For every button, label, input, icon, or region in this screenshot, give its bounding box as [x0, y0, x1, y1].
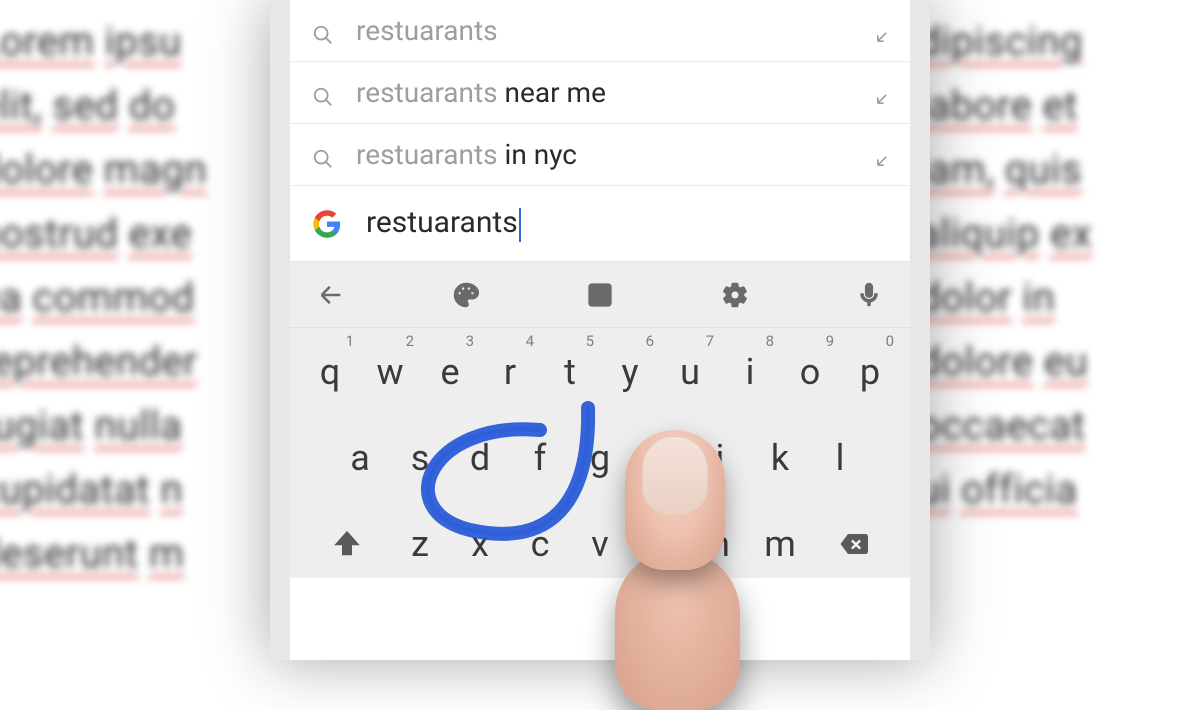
keyboard: 1q2w3e4r5t6y7u8i9o0p asdfghjkl zxcvbnm [290, 328, 910, 578]
text-cursor [519, 208, 521, 242]
key-j[interactable]: j [692, 424, 748, 492]
key-d[interactable]: d [452, 424, 508, 492]
key-u[interactable]: 7u [662, 338, 718, 406]
key-row-3: zxcvbnm [294, 510, 906, 578]
key-g[interactable]: g [572, 424, 628, 492]
key-x[interactable]: x [452, 510, 508, 578]
suggestion-row[interactable]: restuarants in nyc [290, 124, 910, 186]
insert-arrow-icon[interactable] [872, 83, 892, 103]
key-o[interactable]: 9o [782, 338, 838, 406]
suggestion-text: restuarants [356, 14, 872, 47]
key-b[interactable]: b [632, 510, 688, 578]
sticker-icon[interactable] [585, 280, 615, 310]
search-icon [312, 82, 334, 104]
search-suggestions: restuarants restuarants near me [290, 0, 910, 186]
background-text-left: Lorem ipsu elit, sed do dolore magn nost… [0, 0, 290, 650]
shift-key[interactable] [310, 510, 384, 578]
key-f[interactable]: f [512, 424, 568, 492]
microphone-icon[interactable] [854, 280, 884, 310]
key-h[interactable]: h [632, 424, 688, 492]
key-w[interactable]: 2w [362, 338, 418, 406]
search-input-row[interactable]: restuarants [290, 186, 910, 262]
key-row-2: asdfghjkl [294, 424, 906, 492]
phone-frame: restuarants restuarants near me [270, 0, 930, 660]
insert-arrow-icon[interactable] [872, 21, 892, 41]
key-s[interactable]: s [392, 424, 448, 492]
search-icon [312, 144, 334, 166]
key-t[interactable]: 5t [542, 338, 598, 406]
search-icon [312, 20, 334, 42]
key-z[interactable]: z [392, 510, 448, 578]
search-input-text: restuarants [366, 205, 521, 241]
key-y[interactable]: 6y [602, 338, 658, 406]
backspace-key[interactable] [816, 510, 890, 578]
palette-icon[interactable] [451, 280, 481, 310]
insert-arrow-icon[interactable] [872, 145, 892, 165]
key-i[interactable]: 8i [722, 338, 778, 406]
suggestion-text: restuarants near me [356, 76, 872, 109]
key-v[interactable]: v [572, 510, 628, 578]
key-k[interactable]: k [752, 424, 808, 492]
background-text-right: dipiscing labore et iam, quis aliquip ex… [910, 0, 1200, 650]
key-m[interactable]: m [752, 510, 808, 578]
key-q[interactable]: 1q [302, 338, 358, 406]
key-e[interactable]: 3e [422, 338, 478, 406]
suggestion-text: restuarants in nyc [356, 138, 872, 171]
keyboard-toolbar [290, 262, 910, 328]
key-l[interactable]: l [812, 424, 868, 492]
key-r[interactable]: 4r [482, 338, 538, 406]
key-row-1: 1q2w3e4r5t6y7u8i9o0p [294, 338, 906, 406]
key-a[interactable]: a [332, 424, 388, 492]
key-p[interactable]: 0p [842, 338, 898, 406]
google-logo-icon [312, 209, 342, 239]
suggestion-row[interactable]: restuarants [290, 0, 910, 62]
back-arrow-icon[interactable] [316, 280, 346, 310]
gear-icon[interactable] [720, 280, 750, 310]
key-n[interactable]: n [692, 510, 748, 578]
key-c[interactable]: c [512, 510, 568, 578]
suggestion-row[interactable]: restuarants near me [290, 62, 910, 124]
